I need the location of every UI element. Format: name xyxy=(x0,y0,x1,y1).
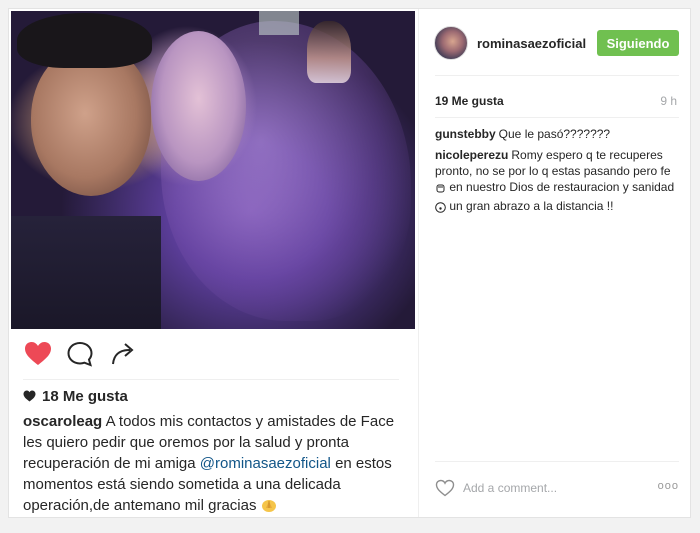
photo-window-shape xyxy=(259,11,299,35)
photo-background-person xyxy=(307,21,351,83)
likes-count-label: 18 Me gusta xyxy=(42,388,128,405)
photo-man-hair xyxy=(17,13,152,68)
divider xyxy=(435,461,679,462)
caption-author-link[interactable]: oscaroleag xyxy=(23,413,102,430)
comment-input[interactable] xyxy=(463,478,643,498)
photo-woman-face xyxy=(151,31,246,181)
post-actions xyxy=(23,339,163,369)
panel-divider xyxy=(418,9,419,517)
more-options-button[interactable]: ooo xyxy=(658,480,679,492)
kiss-face-emoji xyxy=(435,201,446,217)
add-comment-bar: ooo xyxy=(435,477,679,499)
divider xyxy=(435,117,679,118)
comments-list: gunstebby Que le pasó??????? nicoleperezu… xyxy=(435,126,681,222)
folded-hands-emoji xyxy=(261,497,277,519)
comment-text-part3: un gran abrazo a la distancia !! xyxy=(449,199,614,213)
small-heart-icon xyxy=(23,389,36,406)
timestamp[interactable]: 9 h xyxy=(660,94,677,108)
fist-emoji xyxy=(435,182,446,198)
comment-text-part2: en nuestro Dios de restauracion y sanida… xyxy=(449,180,675,194)
comment-text: Que le pasó??????? xyxy=(498,127,611,141)
post-card: 18 Me gusta oscaroleag A todos mis conta… xyxy=(8,8,691,518)
avatar[interactable] xyxy=(434,26,468,60)
author-username[interactable]: rominasaezoficial xyxy=(477,36,586,51)
likes-count-header[interactable]: 19 Me gusta xyxy=(435,94,504,108)
heart-outline-icon[interactable] xyxy=(435,478,455,498)
following-button[interactable]: Siguiendo xyxy=(597,30,679,56)
post-photo[interactable] xyxy=(11,11,415,329)
post-caption: oscaroleag A todos mis contactos y amist… xyxy=(23,411,403,519)
comment-item: nicoleperezu Romy espero q te recuperes p… xyxy=(435,147,681,217)
comment-username-link[interactable]: gunstebby xyxy=(435,127,496,141)
heart-filled-icon[interactable] xyxy=(23,339,53,369)
caption-mention-link[interactable]: @rominasaezoficial xyxy=(200,455,331,472)
likes-count[interactable]: 18 Me gusta xyxy=(23,388,128,406)
divider xyxy=(435,75,679,76)
comment-username-link[interactable]: nicoleperezu xyxy=(435,148,508,162)
photo-shirt-shape xyxy=(11,216,161,329)
photo-man-face xyxy=(31,46,151,196)
comment-item: gunstebby Que le pasó??????? xyxy=(435,126,681,142)
speech-bubble-icon[interactable] xyxy=(65,339,95,369)
divider xyxy=(23,379,399,380)
share-arrow-icon[interactable] xyxy=(109,339,139,369)
